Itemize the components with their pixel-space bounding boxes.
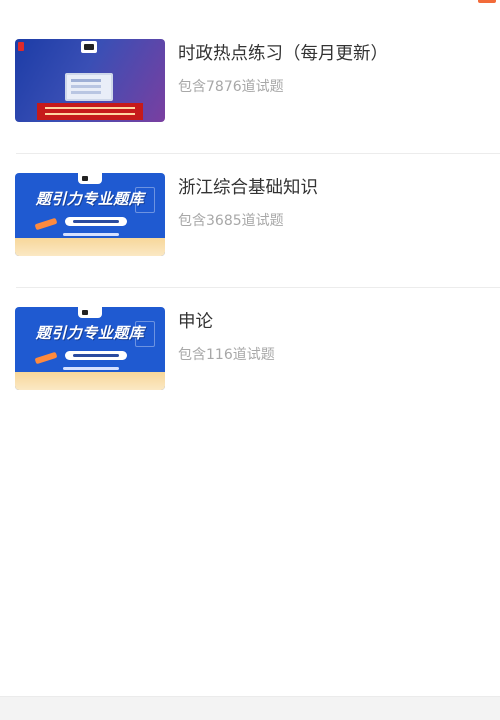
- url-pill: [65, 217, 127, 226]
- question-count: 包含116道试题: [178, 347, 275, 363]
- list-item[interactable]: 时政热点练习（每月更新） 包含7876道试题: [0, 20, 500, 154]
- thumb-slogan: 题引力专业题库: [35, 190, 145, 208]
- list-item[interactable]: 题引力专业题库 申论 包含116道试题: [0, 288, 500, 422]
- logo-icon: [78, 173, 102, 184]
- thumb-bottom-glow: [15, 238, 165, 256]
- pen-icon: [34, 351, 58, 365]
- list-item[interactable]: 题引力专业题库 浙江综合基础知识 包含3685道试题: [0, 154, 500, 288]
- url-pill: [65, 351, 127, 360]
- course-title: 浙江综合基础知识: [178, 178, 318, 198]
- thumb-subline: [63, 233, 119, 236]
- course-thumbnail: [15, 39, 165, 122]
- question-bank-list: 时政热点练习（每月更新） 包含7876道试题 题引力专业题库 浙江综合基础知识 …: [0, 20, 500, 422]
- course-title: 时政热点练习（每月更新）: [178, 44, 388, 64]
- course-thumbnail: 题引力专业题库: [15, 173, 165, 256]
- question-count: 包含3685道试题: [178, 213, 284, 229]
- pen-icon: [34, 217, 58, 231]
- question-count: 包含7876道试题: [178, 79, 284, 95]
- top-accent-bar: [478, 0, 496, 3]
- red-banner: [37, 103, 143, 120]
- thumb-slogan: 题引力专业题库: [35, 324, 145, 342]
- tag-badge: [18, 42, 24, 51]
- logo-icon: [81, 41, 97, 53]
- monitor-illustration: [65, 73, 113, 101]
- course-title: 申论: [178, 312, 213, 332]
- course-thumbnail: 题引力专业题库: [15, 307, 165, 390]
- logo-icon: [78, 307, 102, 318]
- thumb-subline: [63, 367, 119, 370]
- thumb-bottom-glow: [15, 372, 165, 390]
- bottom-bar: [0, 696, 500, 720]
